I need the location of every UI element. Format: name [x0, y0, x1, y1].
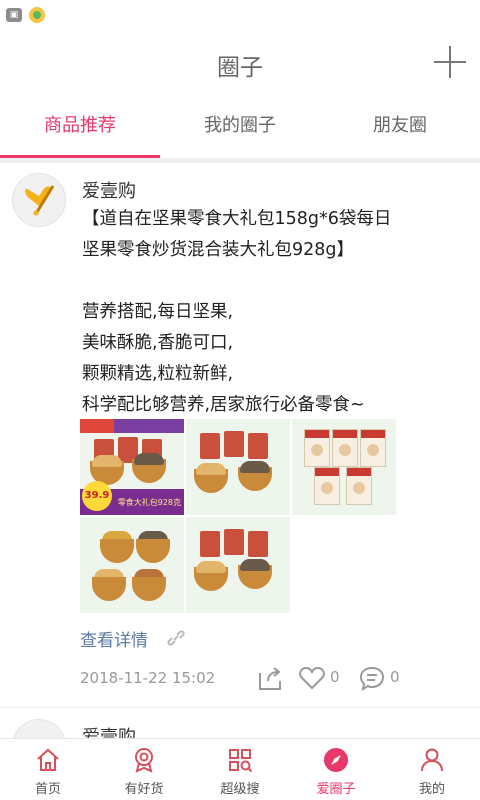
nav-item-love-circle[interactable]: 爱圈子 — [288, 739, 384, 800]
post-image[interactable] — [186, 419, 290, 515]
comment-count: 0 — [390, 668, 400, 686]
nav-item-super-search[interactable]: 超级搜 — [192, 739, 288, 800]
post-author: 爱壹购 — [82, 181, 136, 202]
post-image[interactable] — [292, 419, 396, 515]
page-title: 圈子 — [217, 55, 263, 81]
post-image[interactable] — [186, 517, 290, 613]
nav-label: 爱圈子 — [316, 782, 356, 797]
tab-friends-circle[interactable]: 朋友圈 — [320, 96, 480, 158]
link-icon[interactable] — [164, 627, 188, 649]
heart-brush-logo-icon — [25, 185, 55, 216]
home-icon — [37, 748, 59, 771]
tab-bar: 商品推荐 我的圈子 朋友圈 — [0, 96, 480, 158]
banner-caption: 零食大礼包928克 — [117, 498, 181, 507]
feed-list[interactable]: 爱壹购 【道自在坚果零食大礼包158g*6袋每日坚果零食炒货混合装大礼包928g… — [0, 163, 480, 738]
divider — [0, 707, 480, 708]
heart-icon[interactable] — [298, 665, 326, 691]
badge-icon — [135, 748, 153, 773]
share-icon[interactable] — [256, 665, 284, 691]
compass-icon — [324, 748, 348, 772]
nav-label: 我的 — [418, 782, 445, 797]
gallery-notification-icon: ▣ — [6, 8, 22, 22]
post-author: 爱壹购 — [82, 727, 136, 738]
title-bar: 圈子 — [0, 30, 480, 94]
tab-my-circle[interactable]: 我的圈子 — [160, 96, 320, 158]
post-text: 【道自在坚果零食大礼包158g*6袋每日坚果零食炒货混合装大礼包928g】 营养… — [82, 209, 392, 415]
avatar[interactable] — [12, 173, 66, 227]
tab-product-recommend[interactable]: 商品推荐 — [0, 96, 160, 158]
post-image[interactable]: 零食大礼包928克 39.9 — [80, 419, 184, 515]
comment-icon[interactable] — [358, 665, 386, 691]
user-icon — [421, 748, 443, 772]
status-bar: ▣ — [0, 0, 480, 30]
app-notification-icon — [29, 7, 45, 23]
nav-label: 超级搜 — [220, 782, 260, 797]
nav-item-home[interactable]: 首页 — [0, 739, 96, 800]
price-badge: 39.9 — [82, 481, 112, 511]
bottom-nav: 首页 有好货 超级搜 爱圈子 我的 — [0, 738, 480, 800]
nav-item-mine[interactable]: 我的 — [384, 739, 480, 800]
like-count: 0 — [330, 668, 340, 686]
view-details-link[interactable]: 查看详情 — [80, 626, 148, 651]
post-timestamp: 2018-11-22 15:02 — [80, 669, 216, 687]
nav-label: 有好货 — [124, 782, 164, 797]
post-image[interactable] — [80, 517, 184, 613]
nav-label: 首页 — [34, 782, 61, 797]
add-button[interactable] — [434, 46, 466, 78]
post-image-grid: 零食大礼包928克 39.9 — [80, 419, 400, 613]
grid-search-icon — [229, 749, 253, 773]
avatar[interactable] — [12, 719, 66, 738]
nav-item-good-stuff[interactable]: 有好货 — [96, 739, 192, 800]
